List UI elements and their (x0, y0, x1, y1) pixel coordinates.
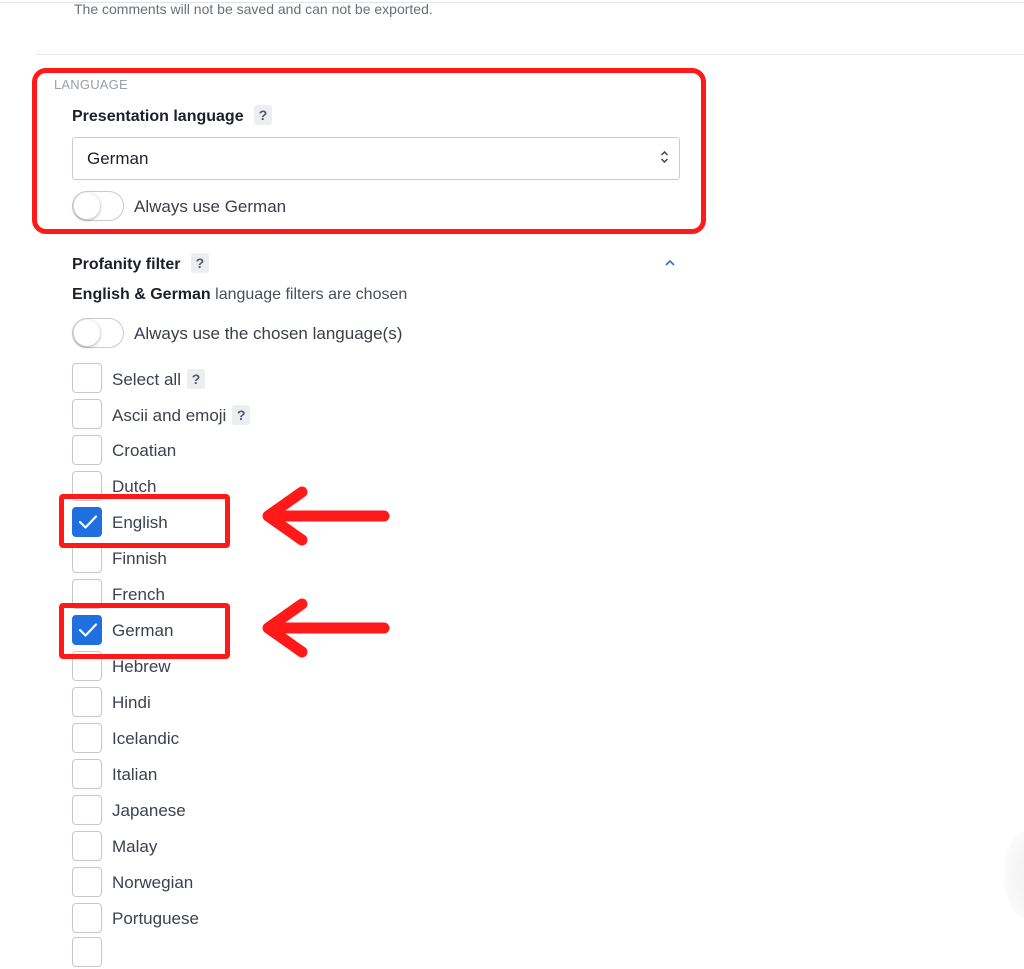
profanity-filters-note: English & German language filters are ch… (72, 286, 407, 304)
comments-notice: The comments will not be saved and can n… (74, 1, 433, 17)
checkbox-label: Japanese (112, 801, 186, 820)
always-use-chosen-languages-toggle[interactable] (72, 318, 124, 348)
checkbox-label: Finnish (112, 549, 167, 568)
always-use-chosen-languages-label: Always use the chosen language(s) (134, 324, 403, 343)
profanity-filter-label: Profanity filter (72, 256, 181, 273)
note-language-1: English (72, 286, 130, 303)
select-all-help-icon[interactable]: ? (186, 369, 205, 389)
checkbox[interactable] (72, 903, 102, 933)
checkbox-label: Select all? (112, 369, 205, 390)
chevron-up-icon[interactable] (663, 256, 677, 270)
checkbox[interactable] (72, 759, 102, 789)
note-ampersand: & (129, 286, 151, 303)
toggle-knob (74, 320, 100, 346)
checkbox[interactable] (72, 435, 102, 465)
checkbox-label: Italian (112, 765, 158, 784)
checkbox-label: Malay (112, 837, 158, 856)
checkbox[interactable] (72, 937, 102, 967)
note-rest: language filters are chosen (210, 286, 408, 303)
profanity-filter-label-row: Profanity filter ? (72, 253, 209, 274)
note-language-2: German (150, 286, 211, 303)
checkbox[interactable] (72, 723, 102, 753)
annotation-box-language (32, 68, 706, 234)
annotation-box-english (59, 494, 230, 548)
checkbox-label: Croatian (112, 441, 177, 460)
profanity-filter-help-icon[interactable]: ? (190, 253, 209, 273)
checkbox[interactable] (72, 399, 102, 429)
checkbox[interactable] (72, 831, 102, 861)
ascii-emoji-help-icon[interactable]: ? (232, 405, 251, 425)
left-arrow-icon (262, 598, 390, 658)
section-divider (36, 54, 1024, 55)
edge-shadow (1004, 830, 1024, 920)
checkbox-label: Portuguese (112, 909, 199, 928)
checkbox-label: French (112, 585, 165, 604)
annotation-box-german (59, 603, 230, 659)
checkbox-label: Norwegian (112, 873, 194, 892)
checkbox[interactable] (72, 687, 102, 717)
checkbox-label: Ascii and emoji? (112, 405, 251, 426)
checkbox[interactable] (72, 867, 102, 897)
checkbox[interactable] (72, 795, 102, 825)
checkbox-label: Hindi (112, 693, 151, 712)
checkbox-label: Icelandic (112, 729, 180, 748)
checkbox[interactable] (72, 363, 102, 393)
left-arrow-icon (262, 486, 390, 546)
checkbox-label: Hebrew (112, 657, 171, 676)
